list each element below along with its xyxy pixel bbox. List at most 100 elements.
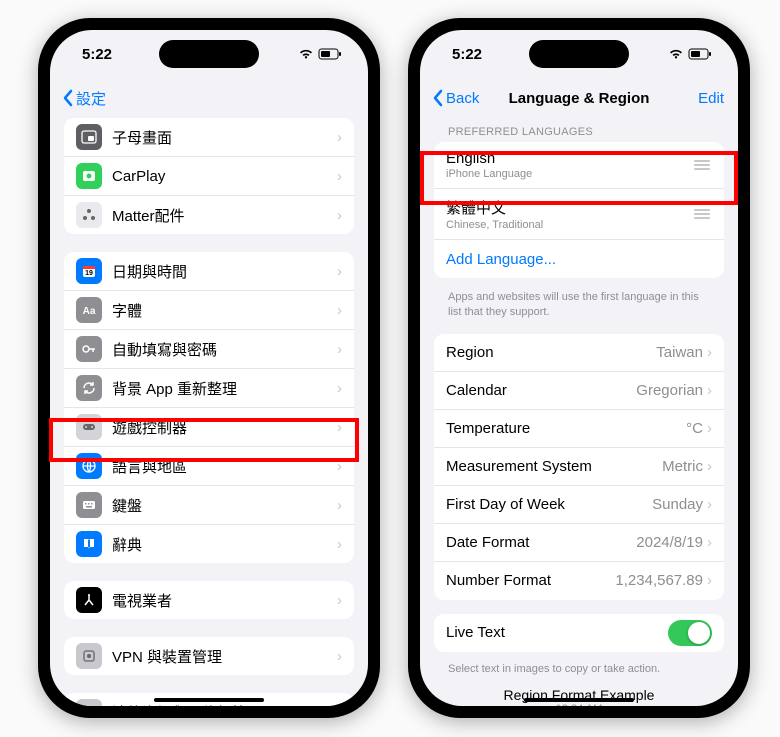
chevron-right-icon: › [337, 497, 342, 514]
row-first-day[interactable]: First Day of Week Sunday › [434, 486, 724, 524]
live-text-footer: Select text in images to copy or take ac… [420, 656, 738, 677]
svg-text:19: 19 [85, 270, 93, 277]
back-label: Back [446, 90, 479, 107]
drag-handle-icon[interactable] [692, 209, 712, 219]
navbar-left: 設定 [50, 78, 368, 118]
settings-group-1: 子母畫面 › CarPlay › Matter配件 › [64, 118, 354, 234]
settings-group-3: 電視業者 › [64, 581, 354, 619]
edit-button[interactable]: Edit [698, 90, 724, 107]
row-label: Date Format [446, 534, 636, 551]
row-vpn[interactable]: VPN 與裝置管理 › [64, 637, 354, 675]
wifi-icon [668, 48, 684, 60]
chevron-right-icon: › [337, 168, 342, 185]
settings-group-2: 19 日期與時間 › Aa 字體 › 自動填寫與密碼 › 背景 App 重新整理 [64, 252, 354, 563]
carplay-icon [76, 163, 102, 189]
row-temperature[interactable]: Temperature °C › [434, 410, 724, 448]
row-autofill[interactable]: 自動填寫與密碼 › [64, 330, 354, 369]
chevron-right-icon: › [707, 458, 712, 475]
row-fonts[interactable]: Aa 字體 › [64, 291, 354, 330]
live-text-label: Live Text [446, 624, 668, 641]
row-pip[interactable]: 子母畫面 › [64, 118, 354, 157]
row-value: Taiwan [656, 344, 703, 361]
settings-content[interactable]: 子母畫面 › CarPlay › Matter配件 › 19 日期與時間 [50, 118, 368, 706]
row-live-text: Live Text [434, 614, 724, 652]
preferred-languages-header: PREFERRED LANGUAGES [420, 118, 738, 142]
region-example-time: 12:34 AM [420, 703, 738, 706]
row-datetime[interactable]: 19 日期與時間 › [64, 252, 354, 291]
tv-icon [76, 587, 102, 613]
chevron-right-icon: › [337, 536, 342, 553]
live-text-section: Live Text [434, 614, 724, 652]
language-row-chinese[interactable]: 繁體中文 Chinese, Traditional [434, 189, 724, 240]
dynamic-island [159, 40, 259, 68]
pip-icon [76, 124, 102, 150]
screen-right: 5:22 Back Language & Region Edit PREFERR… [420, 30, 738, 706]
home-indicator[interactable] [524, 698, 634, 702]
chevron-right-icon: › [707, 572, 712, 589]
chevron-right-icon: › [707, 420, 712, 437]
language-name: 繁體中文 [446, 197, 692, 218]
language-row-english[interactable]: English iPhone Language [434, 142, 724, 189]
chevron-right-icon: › [337, 302, 342, 319]
vpn-icon [76, 643, 102, 669]
row-label: Measurement System [446, 458, 662, 475]
row-value: Metric [662, 458, 703, 475]
chevron-left-icon [62, 89, 74, 107]
preferred-languages-section: English iPhone Language 繁體中文 Chinese, Tr… [434, 142, 724, 278]
chevron-right-icon: › [707, 344, 712, 361]
row-label: CarPlay [112, 168, 337, 185]
row-label: 子母畫面 [112, 127, 337, 148]
row-label: 鍵盤 [112, 495, 337, 516]
refresh-icon [76, 375, 102, 401]
back-label: 設定 [76, 88, 106, 109]
back-button[interactable]: 設定 [62, 88, 106, 109]
chevron-right-icon: › [707, 534, 712, 551]
row-language-region[interactable]: 語言與地區 › [64, 447, 354, 486]
status-time: 5:22 [82, 46, 112, 63]
language-name: English [446, 150, 692, 167]
page-title: Language & Region [509, 90, 650, 107]
row-tv-provider[interactable]: 電視業者 › [64, 581, 354, 619]
row-date-format[interactable]: Date Format 2024/8/19 › [434, 524, 724, 562]
gamepad-icon [76, 414, 102, 440]
chevron-right-icon: › [337, 419, 342, 436]
phone-right: 5:22 Back Language & Region Edit PREFERR… [408, 18, 750, 718]
row-keyboard[interactable]: 鍵盤 › [64, 486, 354, 525]
chevron-right-icon: › [337, 129, 342, 146]
home-indicator[interactable] [154, 698, 264, 702]
row-matter[interactable]: Matter配件 › [64, 196, 354, 234]
row-label: 自動填寫與密碼 [112, 339, 337, 360]
drag-handle-icon[interactable] [692, 160, 712, 170]
row-game-controller[interactable]: 遊戲控制器 › [64, 408, 354, 447]
row-number-format[interactable]: Number Format 1,234,567.89 › [434, 562, 724, 600]
row-label: 背景 App 重新整理 [112, 378, 337, 399]
chevron-right-icon: › [337, 380, 342, 397]
chevron-right-icon: › [707, 496, 712, 513]
row-dictionary[interactable]: 辭典 › [64, 525, 354, 563]
row-carplay[interactable]: CarPlay › [64, 157, 354, 196]
battery-icon [688, 48, 712, 60]
row-calendar[interactable]: Calendar Gregorian › [434, 372, 724, 410]
row-value: Gregorian [636, 382, 703, 399]
legal-icon [76, 699, 102, 706]
row-label: 日期與時間 [112, 261, 337, 282]
row-background-refresh[interactable]: 背景 App 重新整理 › [64, 369, 354, 408]
chevron-right-icon: › [337, 263, 342, 280]
calendar-icon: 19 [76, 258, 102, 284]
region-settings-section: Region Taiwan › Calendar Gregorian › Tem… [434, 334, 724, 600]
add-language-button[interactable]: Add Language... [434, 240, 724, 278]
language-region-content[interactable]: PREFERRED LANGUAGES English iPhone Langu… [420, 118, 738, 706]
row-measurement[interactable]: Measurement System Metric › [434, 448, 724, 486]
back-button[interactable]: Back [432, 89, 479, 107]
row-label: 遊戲控制器 [112, 417, 337, 438]
dynamic-island [529, 40, 629, 68]
row-label: 電視業者 [112, 590, 337, 611]
row-label: Number Format [446, 572, 615, 589]
row-region[interactable]: Region Taiwan › [434, 334, 724, 372]
language-sub: Chinese, Traditional [446, 219, 692, 231]
status-time: 5:22 [452, 46, 482, 63]
chevron-left-icon [432, 89, 444, 107]
chevron-right-icon: › [337, 341, 342, 358]
chevron-right-icon: › [337, 207, 342, 224]
live-text-toggle[interactable] [668, 620, 712, 646]
